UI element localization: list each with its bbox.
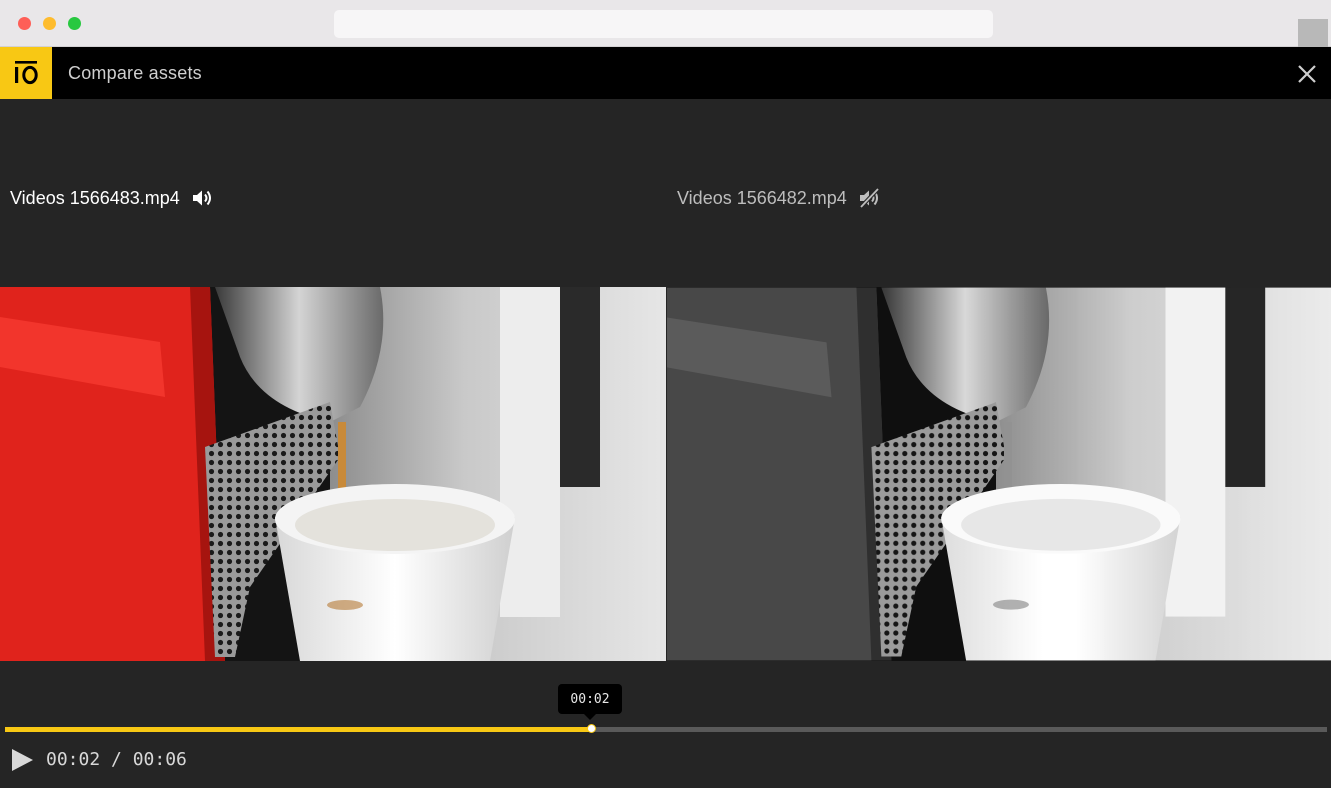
video-label-left: Videos 1566483.mp4: [10, 186, 214, 210]
volume-muted-icon[interactable]: [857, 186, 881, 210]
page-title: Compare assets: [68, 63, 202, 83]
video-frame: [0, 287, 666, 661]
time-separator: /: [100, 749, 133, 770]
io-logo-icon: [0, 47, 52, 99]
browser-toolbar-button[interactable]: [1298, 19, 1328, 47]
time-tooltip: 00:02: [558, 684, 622, 720]
seek-bar-progress: [5, 727, 591, 732]
window-minimize-dot[interactable]: [43, 17, 56, 30]
app-header: Compare assets: [0, 47, 1331, 99]
video-player-right[interactable]: [667, 287, 1331, 661]
total-duration: 00:06: [132, 749, 187, 770]
video-frame: [667, 287, 1331, 661]
play-icon[interactable]: [10, 748, 34, 772]
video-player-left[interactable]: [0, 287, 666, 661]
current-time: 00:02: [46, 749, 101, 770]
address-bar[interactable]: [334, 10, 993, 38]
video-filename: Videos 1566483.mp4: [10, 187, 180, 208]
seek-bar[interactable]: [5, 724, 1327, 733]
video-filename: Videos 1566482.mp4: [677, 187, 847, 208]
window-close-dot[interactable]: [18, 17, 31, 30]
seek-handle[interactable]: [586, 724, 596, 733]
time-display: 00:02 / 00:06: [46, 749, 187, 770]
close-icon[interactable]: [1294, 61, 1320, 87]
video-label-right: Videos 1566482.mp4: [677, 186, 881, 210]
volume-on-icon[interactable]: [190, 186, 214, 210]
window-maximize-dot[interactable]: [68, 17, 81, 30]
browser-chrome: [0, 0, 1331, 47]
